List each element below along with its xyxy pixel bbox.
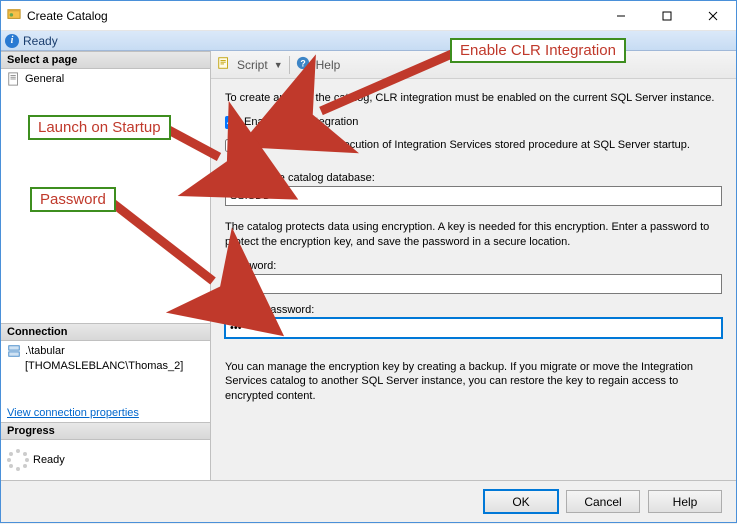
titlebar: Create Catalog [1,1,736,31]
connection-info: .\tabular [THOMASLEBLANC\Thomas_2] [7,344,204,373]
help-icon: ? [296,56,310,73]
manage-text: You can manage the encryption key by cre… [225,360,722,405]
minimize-button[interactable] [598,1,644,31]
create-catalog-window: Create Catalog i Ready Select a page Gen… [0,0,737,523]
status-ready-text: Ready [23,34,58,48]
retype-password-input[interactable] [225,318,722,338]
retype-label: Retype Password: [225,304,722,316]
catalog-form: To create and use the catalog, CLR integ… [211,79,736,480]
annotation-password: Password [30,187,116,212]
password-label: Password: [225,260,722,272]
help-button[interactable]: Help [648,490,722,513]
annotation-launch: Launch on Startup [28,115,171,140]
intro-text: To create and use the catalog, CLR integ… [225,91,722,106]
progress-header: Progress [1,422,210,440]
password-input[interactable] [225,274,722,294]
server-name: .\tabular [25,344,183,358]
close-button[interactable] [690,1,736,31]
connection-header: Connection [1,323,210,341]
auto-exec-label: Enable automatic execution of Integratio… [244,139,690,151]
view-connection-link[interactable]: View connection properties [7,407,139,419]
select-page-header: Select a page [1,51,210,69]
content-area: Script ▼ ? Help To create and use the ca… [211,51,736,480]
server-icon [7,344,21,358]
enable-clr-checkbox[interactable] [225,116,238,129]
script-icon [217,56,231,73]
script-dropdown-icon[interactable]: ▼ [274,60,283,70]
enable-clr-label: Enable CLR Integration [244,116,358,128]
window-title: Create Catalog [27,9,108,23]
app-icon [7,7,21,24]
spinner-icon [7,449,29,471]
help-toolbar-button[interactable]: Help [316,58,341,72]
encryption-text: The catalog protects data using encrypti… [225,220,722,250]
sidebar-item-general[interactable]: General [7,72,204,86]
progress-label: Ready [33,454,65,466]
info-icon: i [5,34,19,48]
annotation-clr: Enable CLR Integration [450,38,626,63]
maximize-button[interactable] [644,1,690,31]
user-name: [THOMASLEBLANC\Thomas_2] [25,359,183,373]
page-icon [7,72,21,86]
svg-text:?: ? [300,59,305,69]
sidebar-general-label: General [25,73,64,85]
catalog-name-label: Name of the catalog database: [225,172,722,184]
catalog-name-input[interactable] [225,186,722,206]
script-button[interactable]: Script [237,58,268,72]
ok-button[interactable]: OK [484,490,558,513]
auto-exec-checkbox[interactable] [225,139,238,152]
dialog-footer: OK Cancel Help [1,480,736,522]
cancel-button[interactable]: Cancel [566,490,640,513]
